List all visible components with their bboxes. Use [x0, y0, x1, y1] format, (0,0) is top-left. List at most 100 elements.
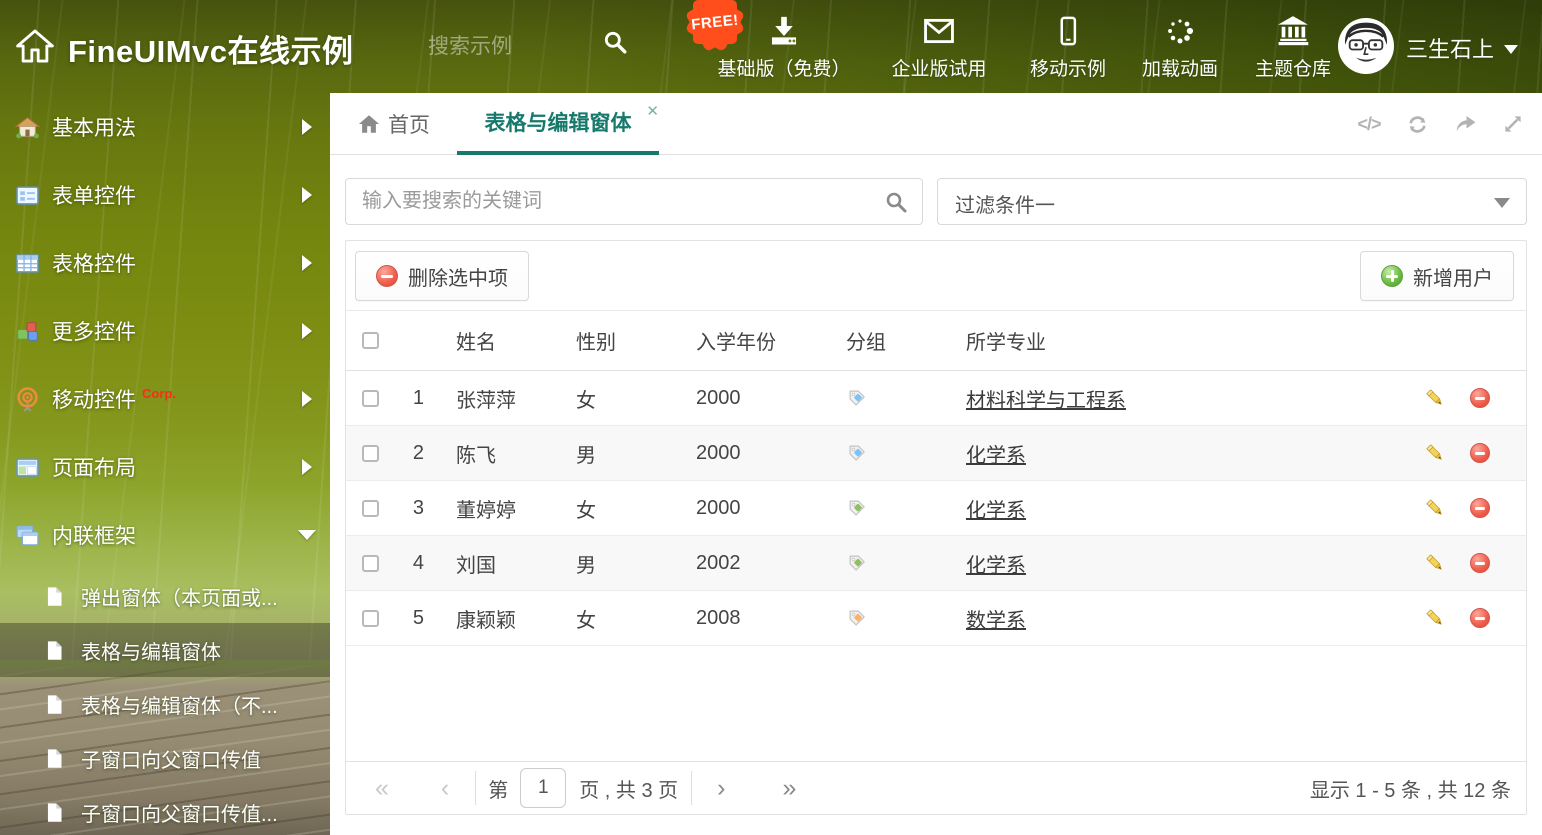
select-all-checkbox[interactable] — [362, 332, 379, 349]
home-icon — [358, 115, 380, 133]
cell-name: 董婷婷 — [456, 499, 516, 522]
home-icon[interactable] — [16, 27, 54, 65]
tab-grid-edit-window[interactable]: 表格与编辑窗体 ✕ — [457, 93, 659, 155]
sidebar-subitem-child-to-parent[interactable]: 子窗口向父窗口传值 — [0, 731, 330, 785]
page-icon — [47, 694, 62, 714]
row-checkbox[interactable] — [362, 609, 379, 627]
maximize-icon[interactable] — [1500, 111, 1526, 137]
nav-mobile-demo[interactable]: 移动示例 — [1010, 8, 1126, 81]
delete-row-icon[interactable] — [1470, 553, 1490, 573]
app-window: FineUIMvc在线示例 FREE! 基础版（免费） — [0, 0, 1542, 835]
search-icon[interactable] — [884, 190, 908, 214]
cell-gender: 男 — [576, 554, 596, 577]
prev-page-icon[interactable]: ‹ — [441, 775, 449, 801]
free-badge-label: FREE! — [690, 11, 740, 33]
keyword-search-box — [345, 178, 923, 225]
column-header-name[interactable]: 姓名 — [456, 326, 576, 355]
sidebar-subitem-popup-window[interactable]: 弹出窗体（本页面或... — [0, 569, 330, 623]
group-tag-icon — [846, 607, 868, 629]
chevron-right-icon — [302, 391, 312, 407]
header-search-input[interactable] — [428, 30, 588, 64]
column-header-group[interactable]: 分组 — [846, 326, 966, 355]
delete-selected-button[interactable]: 删除选中项 — [355, 251, 529, 301]
mobile-phone-icon — [1053, 8, 1083, 54]
search-icon[interactable] — [602, 29, 628, 55]
table-row: 2 陈飞 男 2000 化学系 — [346, 426, 1526, 481]
row-checkbox[interactable] — [362, 554, 379, 572]
group-tag-icon — [846, 442, 868, 464]
table-row: 1 张萍萍 女 2000 材料科学与工程系 — [346, 371, 1526, 426]
major-link[interactable]: 化学系 — [966, 445, 1026, 467]
cell-year: 2000 — [696, 386, 741, 409]
sidebar-item-form-controls[interactable]: 表单控件 — [0, 161, 330, 229]
edit-pencil-icon[interactable] — [1424, 387, 1446, 409]
table-row: 3 董婷婷 女 2000 化学系 — [346, 481, 1526, 536]
chevron-right-icon — [302, 187, 312, 203]
sidebar-subitem-child-to-parent-2[interactable]: 子窗口向父窗口传值... — [0, 785, 330, 835]
avatar[interactable] — [1338, 18, 1394, 74]
cell-year: 2000 — [696, 496, 741, 519]
corp-badge: Corp. — [142, 385, 176, 401]
sidebar-item-basic-usage[interactable]: 基本用法 — [0, 93, 330, 161]
edit-pencil-icon[interactable] — [1424, 607, 1446, 629]
sidebar-item-page-layout[interactable]: 页面布局 — [0, 433, 330, 501]
cell-year: 2002 — [696, 551, 741, 574]
sidebar-item-mobile-controls[interactable]: 移动控件 Corp. — [0, 365, 330, 433]
sidebar-subitem-grid-edit-window[interactable]: 表格与编辑窗体 — [0, 623, 330, 677]
grid-panel: 删除选中项 新增用户 姓名 性别 入学年份 分组 所学专业 1 张萍萍 女 20… — [345, 240, 1527, 815]
column-header-major[interactable]: 所学专业 — [966, 326, 1414, 355]
last-page-icon[interactable]: » — [782, 775, 796, 801]
page-icon — [47, 586, 62, 606]
group-tag-icon — [846, 552, 868, 574]
edit-pencil-icon[interactable] — [1424, 552, 1446, 574]
sidebar-subitem-grid-edit-window-2[interactable]: 表格与编辑窗体（不... — [0, 677, 330, 731]
cell-gender: 女 — [576, 499, 596, 522]
first-page-icon[interactable]: « — [375, 775, 389, 801]
major-link[interactable]: 数学系 — [966, 610, 1026, 632]
pagination-bar: « ‹ 第 页 , 共 3 页 › » 显示 1 - 5 条 , 共 12 条 — [346, 761, 1526, 814]
page-number-input[interactable] — [520, 768, 567, 808]
view-source-icon[interactable]: </> — [1356, 111, 1382, 137]
delete-row-icon[interactable] — [1470, 498, 1490, 518]
spinner-icon — [1163, 8, 1197, 54]
nav-enterprise-trial[interactable]: 企业版试用 — [868, 8, 1010, 81]
page-icon — [47, 748, 62, 768]
grid-toolbar: 删除选中项 新增用户 — [346, 241, 1526, 311]
next-page-icon[interactable]: › — [717, 775, 725, 801]
tab-tools: </> — [1356, 93, 1526, 155]
sidebar-item-inline-frame[interactable]: 内联框架 — [0, 501, 330, 569]
divider — [475, 771, 477, 805]
keyword-search-input[interactable] — [362, 179, 872, 224]
delete-row-icon[interactable] — [1470, 608, 1490, 628]
nav-loading-animation[interactable]: 加载动画 — [1126, 8, 1234, 81]
tab-home[interactable]: 首页 — [358, 93, 430, 155]
sidebar-item-grid-controls[interactable]: 表格控件 — [0, 229, 330, 297]
close-icon[interactable]: ✕ — [646, 102, 659, 120]
refresh-icon[interactable] — [1404, 111, 1430, 137]
add-user-button[interactable]: 新增用户 — [1360, 251, 1514, 301]
filter-dropdown[interactable]: 过滤条件一 — [937, 178, 1527, 225]
column-header-year[interactable]: 入学年份 — [696, 326, 846, 355]
row-number: 5 — [412, 606, 424, 629]
share-icon[interactable] — [1452, 111, 1478, 137]
user-menu[interactable]: 三生石上 — [1406, 32, 1519, 64]
delete-row-icon[interactable] — [1470, 388, 1490, 408]
username: 三生石上 — [1406, 37, 1495, 62]
cell-name: 康颖颖 — [456, 609, 516, 632]
radar-icon — [17, 386, 38, 412]
chevron-right-icon — [302, 255, 312, 271]
major-link[interactable]: 化学系 — [966, 555, 1026, 577]
major-link[interactable]: 材料科学与工程系 — [966, 390, 1126, 412]
table-empty-space — [346, 646, 1526, 761]
sidebar-item-more-controls[interactable]: 更多控件 — [0, 297, 330, 365]
edit-pencil-icon[interactable] — [1424, 442, 1446, 464]
column-header-gender[interactable]: 性别 — [576, 326, 696, 355]
row-checkbox[interactable] — [362, 444, 379, 462]
nav-theme-repo[interactable]: 主题仓库 — [1234, 8, 1352, 81]
row-checkbox[interactable] — [362, 389, 379, 407]
major-link[interactable]: 化学系 — [966, 500, 1026, 522]
cell-name: 张萍萍 — [456, 389, 516, 412]
delete-row-icon[interactable] — [1470, 443, 1490, 463]
row-checkbox[interactable] — [362, 499, 379, 517]
edit-pencil-icon[interactable] — [1424, 497, 1446, 519]
